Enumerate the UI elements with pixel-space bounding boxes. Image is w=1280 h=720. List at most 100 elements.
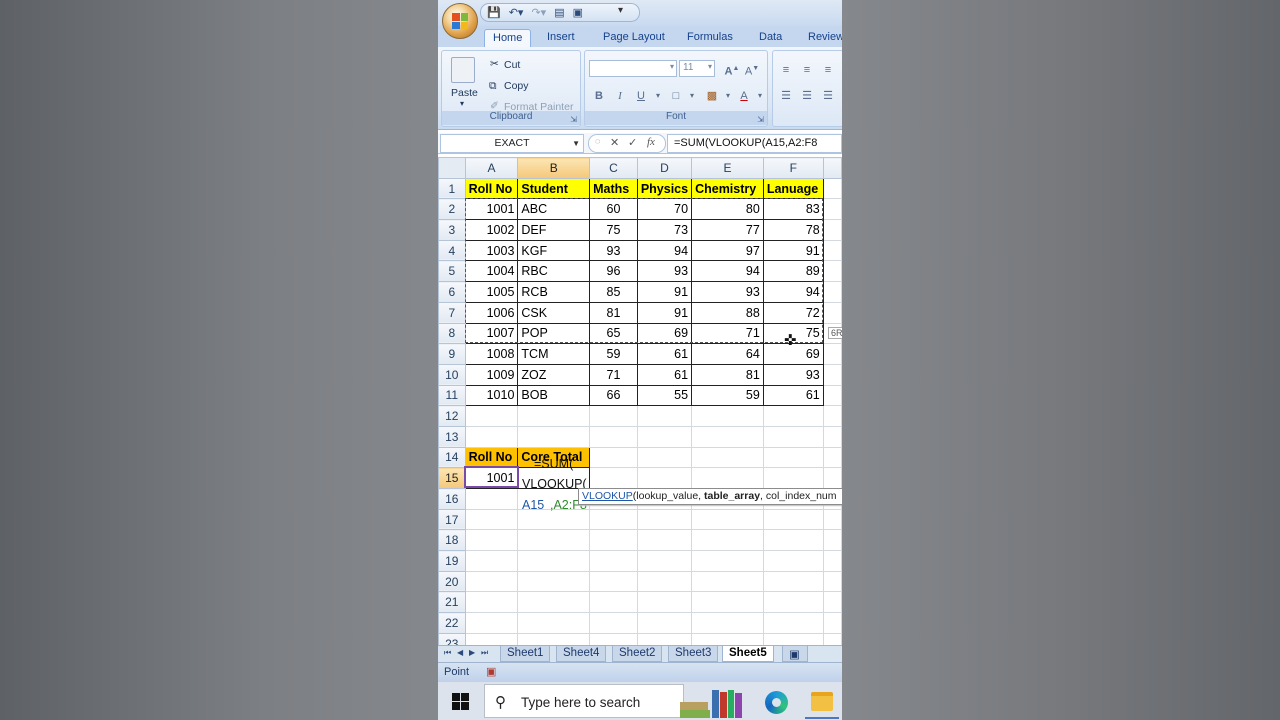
formula-input[interactable]: =SUM(VLOOKUP(A15,A2:F8	[667, 134, 842, 153]
cell-chemistry[interactable]: 80	[691, 198, 764, 221]
edge-browser-icon[interactable]	[765, 691, 788, 714]
cell[interactable]	[464, 591, 519, 614]
tooltip-function-name[interactable]: VLOOKUP	[582, 490, 633, 502]
cell[interactable]	[822, 384, 842, 407]
cell-student[interactable]: CSK	[517, 301, 591, 324]
last-sheet-icon[interactable]: ⏭	[481, 648, 488, 658]
cell[interactable]	[636, 467, 693, 489]
cell-roll[interactable]: 1006	[464, 301, 519, 324]
row-header[interactable]: 15	[438, 467, 466, 489]
file-explorer-icon[interactable]	[811, 692, 833, 711]
cell[interactable]	[822, 612, 842, 634]
cell[interactable]	[822, 529, 842, 552]
cell-roll[interactable]: 1004	[464, 260, 519, 283]
cell[interactable]	[589, 529, 638, 552]
cell-maths[interactable]: 71	[589, 363, 638, 386]
cell[interactable]	[762, 508, 824, 531]
cell-chemistry[interactable]: 81	[691, 363, 764, 386]
tab-home[interactable]: Home	[484, 29, 532, 47]
column-header-c[interactable]: C	[589, 157, 638, 179]
cell[interactable]	[691, 446, 764, 469]
cell[interactable]	[464, 488, 519, 510]
row-header[interactable]: 7	[438, 301, 466, 324]
cell[interactable]	[762, 570, 824, 593]
row-header[interactable]: 23	[438, 632, 466, 645]
cell-maths[interactable]: 75	[589, 219, 638, 241]
cell-chemistry[interactable]: 64	[691, 343, 764, 365]
row-header[interactable]: 20	[438, 570, 466, 593]
cell-roll[interactable]: 1008	[464, 343, 519, 365]
cell[interactable]	[822, 405, 842, 427]
cell[interactable]	[636, 550, 693, 572]
border-dropdown-icon[interactable]: ▾	[683, 87, 701, 105]
cell[interactable]	[822, 363, 842, 386]
cell-physics[interactable]: 55	[636, 384, 693, 407]
cell[interactable]	[589, 550, 638, 572]
cell[interactable]	[636, 405, 693, 427]
copy-button[interactable]: Copy	[504, 80, 529, 92]
cut-button[interactable]: Cut	[504, 59, 520, 71]
cell[interactable]	[691, 550, 764, 572]
name-box[interactable]: EXACT ▼	[440, 134, 584, 153]
cell[interactable]	[464, 529, 519, 552]
cell-physics[interactable]: 73	[636, 219, 693, 241]
cell-language[interactable]: 89	[762, 260, 824, 283]
cell[interactable]	[691, 632, 764, 645]
cell[interactable]	[464, 508, 519, 531]
cell[interactable]	[636, 508, 693, 531]
row-header[interactable]: 8	[438, 322, 466, 345]
cell-roll[interactable]: 1007	[464, 322, 519, 345]
cell[interactable]	[464, 570, 519, 593]
row-header[interactable]: 10	[438, 363, 466, 386]
column-header-f[interactable]: F	[762, 157, 824, 179]
tab-page-layout[interactable]: Page Layout	[595, 29, 673, 47]
align-middle-icon[interactable]: ≡	[798, 61, 816, 79]
cell[interactable]	[822, 425, 842, 448]
cell[interactable]	[517, 508, 591, 531]
cell[interactable]	[691, 467, 764, 489]
cell-roll[interactable]: 1001	[464, 198, 519, 221]
row-header[interactable]: 2	[438, 198, 466, 221]
cell[interactable]	[762, 612, 824, 634]
row-header[interactable]: 6	[438, 281, 466, 303]
italic-button[interactable]: I	[611, 87, 629, 105]
cell-student[interactable]: BOB	[517, 384, 591, 407]
cell[interactable]	[636, 446, 693, 469]
sheet-tab-sheet2[interactable]: Sheet2	[612, 646, 663, 662]
font-launcher-icon[interactable]: ⇲	[757, 115, 764, 124]
cell-physics[interactable]: 91	[636, 301, 693, 324]
print-icon[interactable]: ▤	[554, 6, 564, 19]
select-all-corner[interactable]	[438, 157, 466, 179]
clipboard-launcher-icon[interactable]: ⇲	[570, 115, 577, 124]
print-preview-icon[interactable]: ▣	[573, 6, 583, 19]
cell[interactable]	[822, 591, 842, 614]
row-header[interactable]: 3	[438, 219, 466, 241]
row-header[interactable]: 16	[438, 488, 466, 510]
lookup-roll-cell[interactable]: 1001	[464, 467, 519, 489]
cell[interactable]	[517, 591, 591, 614]
cell[interactable]	[822, 508, 842, 531]
cell-chemistry[interactable]: 77	[691, 219, 764, 241]
cell-student[interactable]: KGF	[517, 239, 591, 262]
cell[interactable]	[517, 632, 591, 645]
underline-dropdown-icon[interactable]: ▾	[649, 87, 667, 105]
table-header-cell[interactable]: Maths	[589, 177, 638, 200]
cell[interactable]	[589, 508, 638, 531]
cell[interactable]	[589, 446, 638, 469]
next-sheet-icon[interactable]: ▶	[469, 648, 475, 657]
align-right-icon[interactable]: ☰	[819, 87, 837, 105]
cell[interactable]	[822, 219, 842, 241]
align-center-icon[interactable]: ☰	[798, 87, 816, 105]
cell-language[interactable]: 72	[762, 301, 824, 324]
cell[interactable]	[589, 591, 638, 614]
cell[interactable]	[464, 550, 519, 572]
table-header-cell[interactable]: Roll No	[464, 177, 519, 200]
cell-maths[interactable]: 93	[589, 239, 638, 262]
tab-formulas[interactable]: Formulas	[679, 29, 741, 47]
row-header[interactable]: 13	[438, 425, 466, 448]
cell-maths[interactable]: 96	[589, 260, 638, 283]
cell-roll[interactable]: 1005	[464, 281, 519, 303]
cell-chemistry[interactable]: 97	[691, 239, 764, 262]
macro-record-icon[interactable]: ▣	[486, 665, 496, 678]
align-bottom-icon[interactable]: ≡	[819, 61, 837, 79]
